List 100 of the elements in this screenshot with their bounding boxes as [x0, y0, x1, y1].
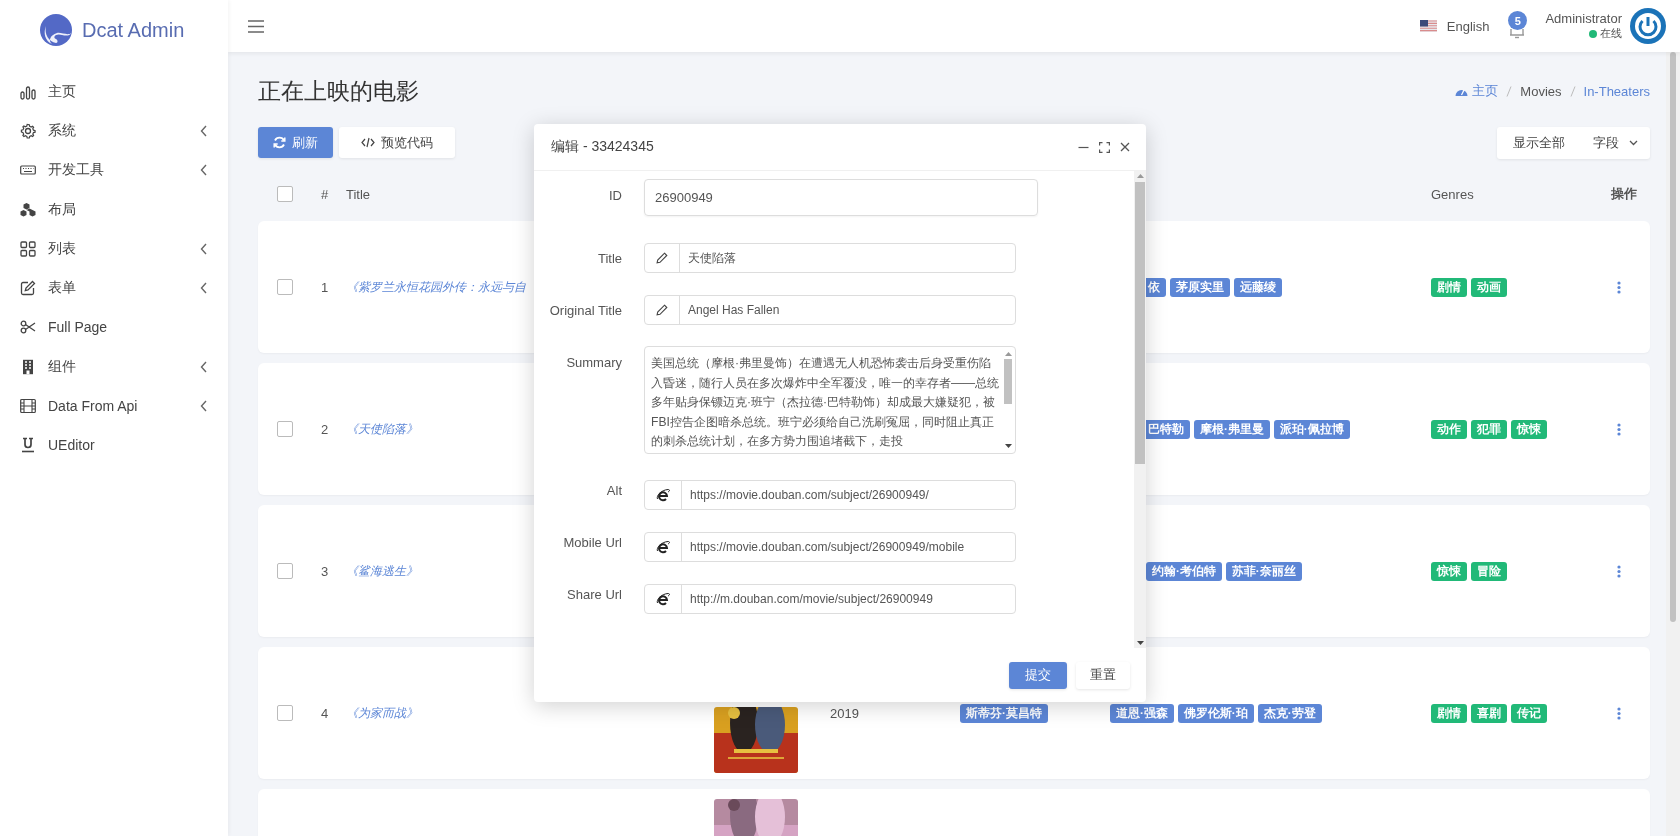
actor-tag: 苏菲·奈丽丝	[1225, 561, 1302, 581]
genre-tag: 喜剧	[1471, 703, 1507, 723]
actor-tag: 摩根·弗里曼	[1194, 419, 1270, 439]
show-all-button[interactable]: 显示全部	[1497, 127, 1577, 159]
field-label: Alt	[605, 482, 622, 499]
genre-tag: 惊悚	[1431, 561, 1467, 581]
close-icon[interactable]	[1120, 142, 1130, 152]
input-group[interactable]: http://m.douban.com/movie/subject/26900949	[644, 584, 1016, 614]
genre-tag: 传记	[1511, 703, 1547, 723]
language-selector[interactable]: English	[1446, 18, 1490, 34]
table-cell: 3	[321, 563, 329, 579]
checkbox[interactable]	[277, 563, 293, 579]
genre-tag: 剧情	[1431, 277, 1467, 297]
preview-code-button[interactable]: 预览代码	[339, 127, 455, 158]
checkbox[interactable]	[277, 421, 293, 437]
avatar[interactable]	[1630, 8, 1666, 44]
movie-title-link[interactable]: 《为家而战》	[346, 704, 418, 722]
field-label: ID	[608, 187, 622, 204]
checkbox[interactable]	[277, 705, 293, 721]
checkbox[interactable]	[277, 279, 293, 295]
genre-tag: 惊悚	[1511, 419, 1547, 439]
table-cell: 1	[321, 279, 329, 295]
building-icon	[20, 358, 36, 375]
breadcrumb-link[interactable]: Movies	[1520, 83, 1562, 99]
field-label: Title	[596, 250, 622, 267]
edit-icon	[20, 280, 36, 297]
actor-tag: 依	[1146, 277, 1166, 297]
url-field[interactable]: https://movie.douban.com/subject/26900949/	[682, 481, 1015, 509]
sidebar-item[interactable]: 系统	[20, 121, 208, 140]
input-group[interactable]: https://movie.douban.com/subject/26900949/mobile	[644, 532, 1016, 562]
genre-tag: 冒险	[1471, 561, 1507, 581]
cubes-icon	[20, 201, 36, 218]
movie-title-link[interactable]: 《紫罗兰永恒花园外传：永远与自	[346, 278, 526, 296]
columns-dropdown[interactable]: 字段	[1577, 127, 1650, 159]
flag-icon	[1419, 20, 1437, 32]
notification-badge: 5	[1508, 11, 1528, 30]
sidebar-item[interactable]: 组件	[20, 357, 208, 376]
actor-tag: 巴特勒	[1146, 419, 1190, 439]
scissors-icon	[20, 319, 36, 336]
separator-icon	[1569, 85, 1576, 97]
actor-tag: 杰克·劳登	[1257, 703, 1322, 723]
text-field[interactable]: Angel Has Fallen	[680, 296, 1015, 324]
menu-icon[interactable]	[248, 19, 264, 33]
breadcrumb-link[interactable]: 主页	[1455, 82, 1499, 100]
url-field[interactable]: http://m.douban.com/movie/subject/26900949	[682, 585, 1015, 613]
sidebar-item[interactable]: 列表	[20, 239, 208, 258]
scrollbar-thumb[interactable]	[1135, 182, 1145, 464]
refresh-button[interactable]: 刷新	[258, 127, 333, 158]
sidebar-item[interactable]: Full Page	[20, 319, 208, 336]
movie-title-link[interactable]: 《天使陷落》	[346, 420, 418, 438]
actor-tag: 佛罗伦斯·珀	[1177, 703, 1254, 723]
reset-button[interactable]: 重置	[1076, 661, 1130, 689]
input-group[interactable]: Angel Has Fallen	[644, 295, 1016, 325]
browser-icon	[656, 488, 670, 502]
column-header: 操作	[1611, 185, 1637, 203]
sidebar-item[interactable]: 布局	[20, 200, 208, 219]
more-icon[interactable]	[1617, 706, 1621, 720]
table-cell: 2	[321, 421, 329, 437]
grid-icon	[20, 240, 36, 257]
sidebar-item[interactable]: UEditor	[20, 437, 208, 454]
refresh-icon	[273, 136, 286, 149]
actor-tag: 茅原实里	[1170, 277, 1230, 297]
pencil-icon	[656, 252, 668, 264]
field-label: Summary	[565, 354, 622, 371]
actor-tag: 远藤绫	[1234, 277, 1282, 297]
scroll-up-icon[interactable]	[1136, 174, 1144, 178]
actor-tag: 道恩·强森	[1110, 703, 1174, 723]
status-text: 在线	[1600, 26, 1622, 41]
sidebar-item[interactable]: 主页	[20, 82, 208, 101]
more-icon[interactable]	[1617, 280, 1621, 294]
column-header: Genres	[1431, 186, 1474, 202]
genre-tag: 动作	[1431, 419, 1467, 439]
checkbox[interactable]	[277, 186, 293, 202]
id-field[interactable]: 26900949	[644, 179, 1038, 216]
underline-icon	[20, 437, 36, 454]
sidebar-item[interactable]: 开发工具	[20, 161, 208, 180]
movie-title-link[interactable]: 《鲨海逃生》	[346, 562, 418, 580]
more-icon[interactable]	[1617, 564, 1621, 578]
status-dot	[1589, 29, 1597, 38]
url-field[interactable]: https://movie.douban.com/subject/26900949/mobile	[682, 533, 1015, 561]
scroll-down-icon[interactable]	[1136, 641, 1144, 645]
field-label: Share Url	[566, 586, 622, 603]
text-field[interactable]: 天使陷落	[680, 244, 1015, 272]
submit-button[interactable]: 提交	[1009, 661, 1067, 689]
sidebar-item[interactable]: Data From Api	[20, 398, 208, 414]
column-header: Title	[346, 186, 371, 202]
input-group[interactable]: 天使陷落	[644, 243, 1016, 273]
user-name: Administrator	[1545, 11, 1622, 26]
browser-icon	[656, 592, 670, 606]
brand-name: Dcat Admin	[82, 18, 185, 42]
more-icon[interactable]	[1617, 422, 1621, 436]
fullscreen-icon[interactable]	[1099, 141, 1110, 153]
sidebar-item[interactable]: 表单	[20, 279, 208, 298]
input-group[interactable]: https://movie.douban.com/subject/26900949/	[644, 480, 1016, 510]
scrollbar[interactable]	[1666, 52, 1680, 836]
genre-tag: 犯罪	[1471, 419, 1507, 439]
film-icon	[20, 398, 36, 414]
field-label: Mobile Url	[562, 534, 622, 551]
logo-icon	[40, 14, 72, 46]
pencil-icon	[656, 304, 668, 316]
